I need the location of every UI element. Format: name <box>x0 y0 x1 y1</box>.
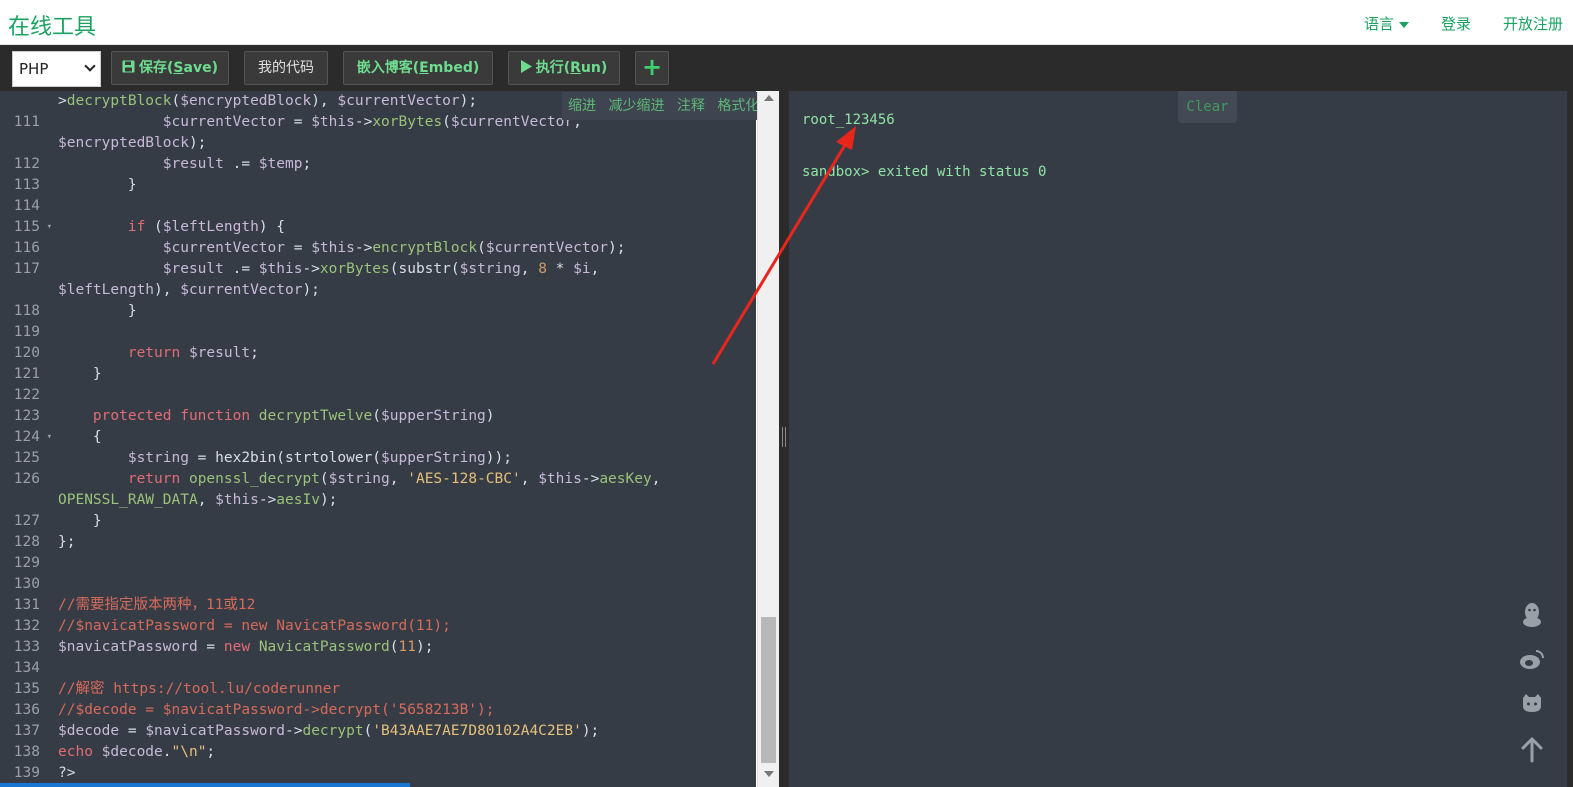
login-link[interactable]: 登录 <box>1441 13 1471 34</box>
splitter-grip-icon[interactable] <box>782 427 786 447</box>
run-label-prefix: 执行( <box>535 60 571 76</box>
toolbar: PHP 保存(Save) 我的代码 嵌入博客(Embed) 执行(Run) + <box>0 45 1573 91</box>
embed-label-suffix: mbed) <box>428 60 480 76</box>
scrollbar-thumb[interactable] <box>761 617 776 763</box>
save-label-suffix: ave) <box>183 60 218 76</box>
comment-button[interactable]: 注释 <box>677 98 705 114</box>
output-text: root_123456 sandbox> exited with status … <box>802 107 1046 185</box>
nav-links: 语言 登录 开放注册 <box>1364 13 1563 34</box>
weibo-icon[interactable] <box>1518 646 1546 674</box>
save-label-key: S <box>173 60 184 76</box>
code-editor[interactable]: >decryptBlock($encryptedBlock), $current… <box>0 91 756 787</box>
language-select-value: PHP <box>19 60 49 78</box>
output-line: root_123456 <box>802 112 895 128</box>
play-icon <box>520 60 532 73</box>
register-link[interactable]: 开放注册 <box>1503 13 1563 34</box>
save-label-prefix: 保存( <box>139 60 174 76</box>
output-line: sandbox> exited with status 0 <box>802 164 1047 180</box>
site-logo[interactable]: 在线工具 <box>8 9 96 41</box>
floppy-icon <box>122 60 135 73</box>
format-button[interactable]: 格式化 <box>717 98 759 114</box>
taskbar-strip <box>0 783 410 787</box>
editor-actions: 缩进 减少缩进 注释 格式化 <box>562 92 774 120</box>
top-navbar: 在线工具 语言 登录 开放注册 <box>0 0 1573 45</box>
run-label-key: R <box>570 60 581 76</box>
clear-button[interactable]: Clear <box>1178 91 1237 123</box>
add-button[interactable]: + <box>635 51 669 85</box>
embed-label-prefix: 嵌入博客( <box>356 60 420 76</box>
run-button[interactable]: 执行(Run) <box>508 51 620 85</box>
indent-button[interactable]: 缩进 <box>568 98 596 114</box>
pane-splitter[interactable] <box>779 91 789 787</box>
save-button[interactable]: 保存(Save) <box>111 51 229 85</box>
embed-label-key: E <box>419 60 429 76</box>
github-icon[interactable] <box>1518 690 1546 718</box>
caret-down-icon <box>1398 21 1409 28</box>
code-content[interactable]: >decryptBlock($encryptedBlock), $current… <box>0 91 661 784</box>
language-select[interactable]: PHP <box>12 51 101 87</box>
output-panel: Clear root_123456 sandbox> exited with s… <box>789 91 1567 787</box>
qq-icon[interactable] <box>1518 601 1546 629</box>
my-code-button[interactable]: 我的代码 <box>244 51 328 85</box>
back-to-top-icon[interactable] <box>1518 736 1546 764</box>
chevron-down-icon <box>84 60 96 72</box>
editor-scrollbar[interactable] <box>757 91 779 787</box>
run-label-suffix: un) <box>580 60 608 76</box>
scroll-up-icon[interactable] <box>764 95 774 101</box>
right-edge-bar <box>1567 45 1573 787</box>
scroll-down-icon[interactable] <box>764 771 774 777</box>
outdent-button[interactable]: 减少缩进 <box>608 98 664 114</box>
language-label: 语言 <box>1363 15 1394 33</box>
language-menu[interactable]: 语言 <box>1364 13 1409 34</box>
embed-button[interactable]: 嵌入博客(Embed) <box>343 51 493 85</box>
